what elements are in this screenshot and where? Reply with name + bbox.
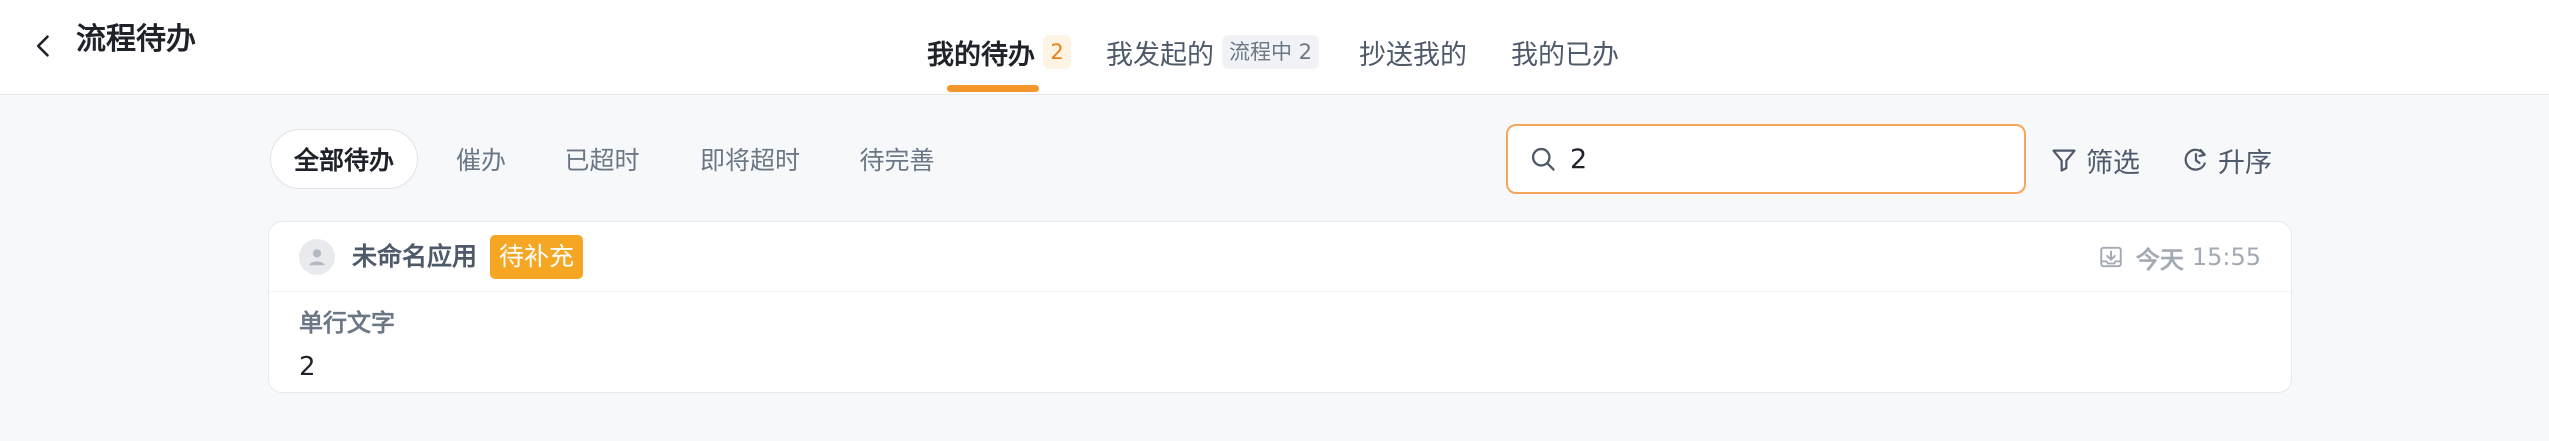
tab-count-badge: 2 [1043,35,1071,69]
tab-cc-me[interactable]: 抄送我的 [1359,28,1467,76]
search-input[interactable] [1570,134,2010,184]
filter-chip-incomplete[interactable]: 待完善 [850,129,944,189]
task-card-header: 未命名应用 待补充 今天 15:55 [269,222,2291,292]
field-value: 2 [299,352,316,382]
app-name: 未命名应用 [352,242,478,271]
tab-count-badge: 流程中 2 [1222,35,1320,69]
filter-chip-overdue[interactable]: 已超时 [552,129,652,189]
funnel-icon [2052,149,2076,172]
tab-label: 我发起的 [1106,39,1214,71]
avatar [299,239,335,275]
filter-button-label: 筛选 [2086,147,2140,179]
download-tray-icon [2100,246,2122,268]
task-card[interactable]: 未命名应用 待补充 今天 15:55 单行文字 2 [268,221,2292,393]
filter-chip-due-soon[interactable]: 即将超时 [690,129,810,189]
tab-initiated[interactable]: 我发起的 流程中 2 [1106,28,1320,76]
task-time-day: 今天 [2135,245,2184,274]
tab-label: 抄送我的 [1359,39,1467,71]
search-box[interactable] [1506,124,2026,194]
tab-bar: 我的待办 2 我发起的 流程中 2 抄送我的 我的已办 [0,0,2549,95]
tab-my-todo[interactable]: 我的待办 2 [927,28,1071,76]
task-time: 今天 15:55 [2098,236,2261,278]
filter-button[interactable]: 筛选 [2050,135,2140,185]
tab-label: 我的已办 [1511,39,1619,71]
tab-label: 我的待办 [927,39,1035,71]
sort-button-label: 升序 [2218,147,2272,179]
active-tab-indicator [947,85,1039,92]
filter-chip-all[interactable]: 全部待办 [270,129,418,189]
field-label: 单行文字 [299,309,395,337]
user-icon [309,249,325,266]
search-icon [1528,144,1558,174]
task-time-value: 15:55 [2191,243,2261,271]
filter-chip-urged[interactable]: 催办 [438,129,524,189]
sort-clock-icon [2184,148,2206,171]
tab-done[interactable]: 我的已办 [1511,28,1619,76]
header-bar: 流程待办 我的待办 2 我发起的 流程中 2 抄送我的 我的已办 [0,0,2549,95]
status-badge: 待补充 [490,235,584,279]
sort-button[interactable]: 升序 [2182,135,2272,185]
